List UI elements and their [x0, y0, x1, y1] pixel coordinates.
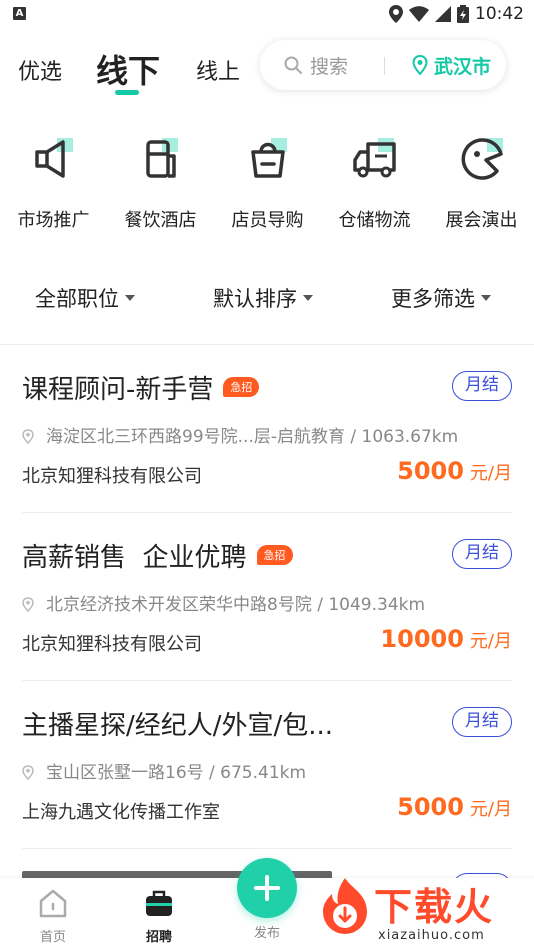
category-label: 市场推广	[17, 210, 90, 231]
job-address: 北京经济技术开发区荣华中路8号院 / 1049.34km	[22, 590, 425, 615]
location-pin-icon	[22, 597, 34, 612]
watermark-url: xiazaihuo.com	[378, 928, 485, 943]
filter-label: 更多筛选	[391, 287, 475, 311]
category-label: 展会演出	[445, 210, 518, 231]
category-row: 市场推广 餐饮酒店 店员导购 仓储物流 展会演出	[0, 130, 534, 232]
category-label: 仓储物流	[338, 210, 411, 231]
search-divider	[384, 57, 385, 75]
truck-icon	[352, 138, 396, 178]
filter-bar: 全部职位 默认排序 更多筛选	[0, 283, 534, 319]
caret-down-icon	[303, 295, 313, 301]
location-pin-icon	[412, 55, 428, 75]
location-pin-icon	[22, 429, 34, 444]
tab-preferred[interactable]: 优选	[18, 54, 62, 86]
category-sales-clerk[interactable]: 店员导购	[214, 130, 321, 232]
job-card[interactable]: 主播星探/经纪人/外宣/包... 月结 宝山区张墅一路16号 / 675.41k…	[0, 681, 534, 849]
tab-online[interactable]: 线上	[196, 54, 240, 86]
salary: 5000 元/月	[397, 457, 512, 485]
category-exhibition[interactable]: 展会演出	[428, 130, 534, 232]
company-name: 北京知狸科技有限公司	[22, 634, 202, 655]
filter-more[interactable]: 更多筛选	[391, 283, 491, 313]
company-name: 上海九遇文化传播工作室	[22, 802, 220, 823]
cup-icon	[145, 138, 178, 178]
briefcase-icon	[146, 890, 172, 916]
notification-icon: A	[13, 7, 26, 20]
settlement-badge: 月结	[452, 371, 512, 401]
nav-home[interactable]: 首页	[23, 888, 83, 945]
job-card[interactable]: 高薪销售 企业优聘 急招 月结 北京经济技术开发区荣华中路8号院 / 1049.3…	[0, 513, 534, 681]
flame-logo-icon	[323, 878, 367, 934]
shopping-bag-icon	[250, 138, 287, 178]
job-address: 海淀区北三环西路99号院...层-启航教育 / 1063.67km	[22, 422, 458, 447]
category-catering[interactable]: 餐饮酒店	[107, 130, 214, 232]
job-title: 主播星探/经纪人/外宣/包...	[22, 711, 334, 741]
top-tab-bar: 优选 线下 线上 搜索 武汉市	[0, 40, 534, 100]
publish-label: 发布	[253, 926, 280, 941]
caret-down-icon	[125, 295, 135, 301]
palette-icon	[461, 138, 503, 180]
status-bar: A 10:42	[0, 0, 534, 28]
wifi-icon	[409, 6, 429, 22]
nav-label: 招聘	[145, 930, 172, 945]
tab-offline[interactable]: 线下	[96, 46, 160, 92]
search-bar[interactable]: 搜索 武汉市	[260, 40, 506, 90]
filter-label: 全部职位	[35, 287, 119, 311]
clock: 10:42	[475, 4, 524, 24]
watermark-text: 下载火	[374, 885, 495, 929]
search-placeholder[interactable]: 搜索	[310, 52, 348, 79]
company-name: 北京知狸科技有限公司	[22, 466, 202, 487]
location-pin-icon	[22, 765, 34, 780]
signal-icon	[435, 6, 451, 22]
job-card[interactable]: 课程顾问-新手营 急招 月结 海淀区北三环西路99号院...层-启航教育 / 10…	[0, 345, 534, 513]
job-address: 宝山区张墅一路16号 / 675.41km	[22, 758, 306, 783]
nav-jobs[interactable]: 招聘	[129, 888, 189, 945]
category-label: 餐饮酒店	[124, 210, 197, 231]
job-title: 高薪销售 企业优聘 急招	[22, 537, 293, 574]
settlement-badge: 月结	[452, 539, 512, 569]
active-tab-indicator	[115, 90, 139, 95]
urgent-badge: 急招	[223, 376, 260, 397]
urgent-badge: 急招	[256, 544, 293, 565]
watermark-logo: 下载火 xiazaihuo.com	[318, 872, 532, 948]
job-title: 课程顾问-新手营 急招	[22, 369, 260, 406]
filter-default-sort[interactable]: 默认排序	[213, 283, 313, 313]
city-selector[interactable]: 武汉市	[434, 52, 491, 79]
category-marketing[interactable]: 市场推广	[0, 130, 107, 232]
settlement-badge: 月结	[452, 707, 512, 737]
nav-label: 首页	[39, 930, 66, 945]
battery-icon	[457, 5, 469, 23]
home-icon	[39, 889, 67, 918]
megaphone-icon	[34, 138, 73, 178]
caret-down-icon	[481, 295, 491, 301]
filter-all-positions[interactable]: 全部职位	[35, 283, 135, 313]
salary: 5000 元/月	[397, 793, 512, 821]
publish-button[interactable]	[237, 858, 297, 918]
salary: 10000 元/月	[380, 625, 512, 653]
category-label: 店员导购	[231, 210, 304, 231]
filter-label: 默认排序	[213, 287, 297, 311]
location-status-icon	[389, 5, 403, 23]
category-logistics[interactable]: 仓储物流	[321, 130, 428, 232]
search-icon	[284, 56, 302, 74]
